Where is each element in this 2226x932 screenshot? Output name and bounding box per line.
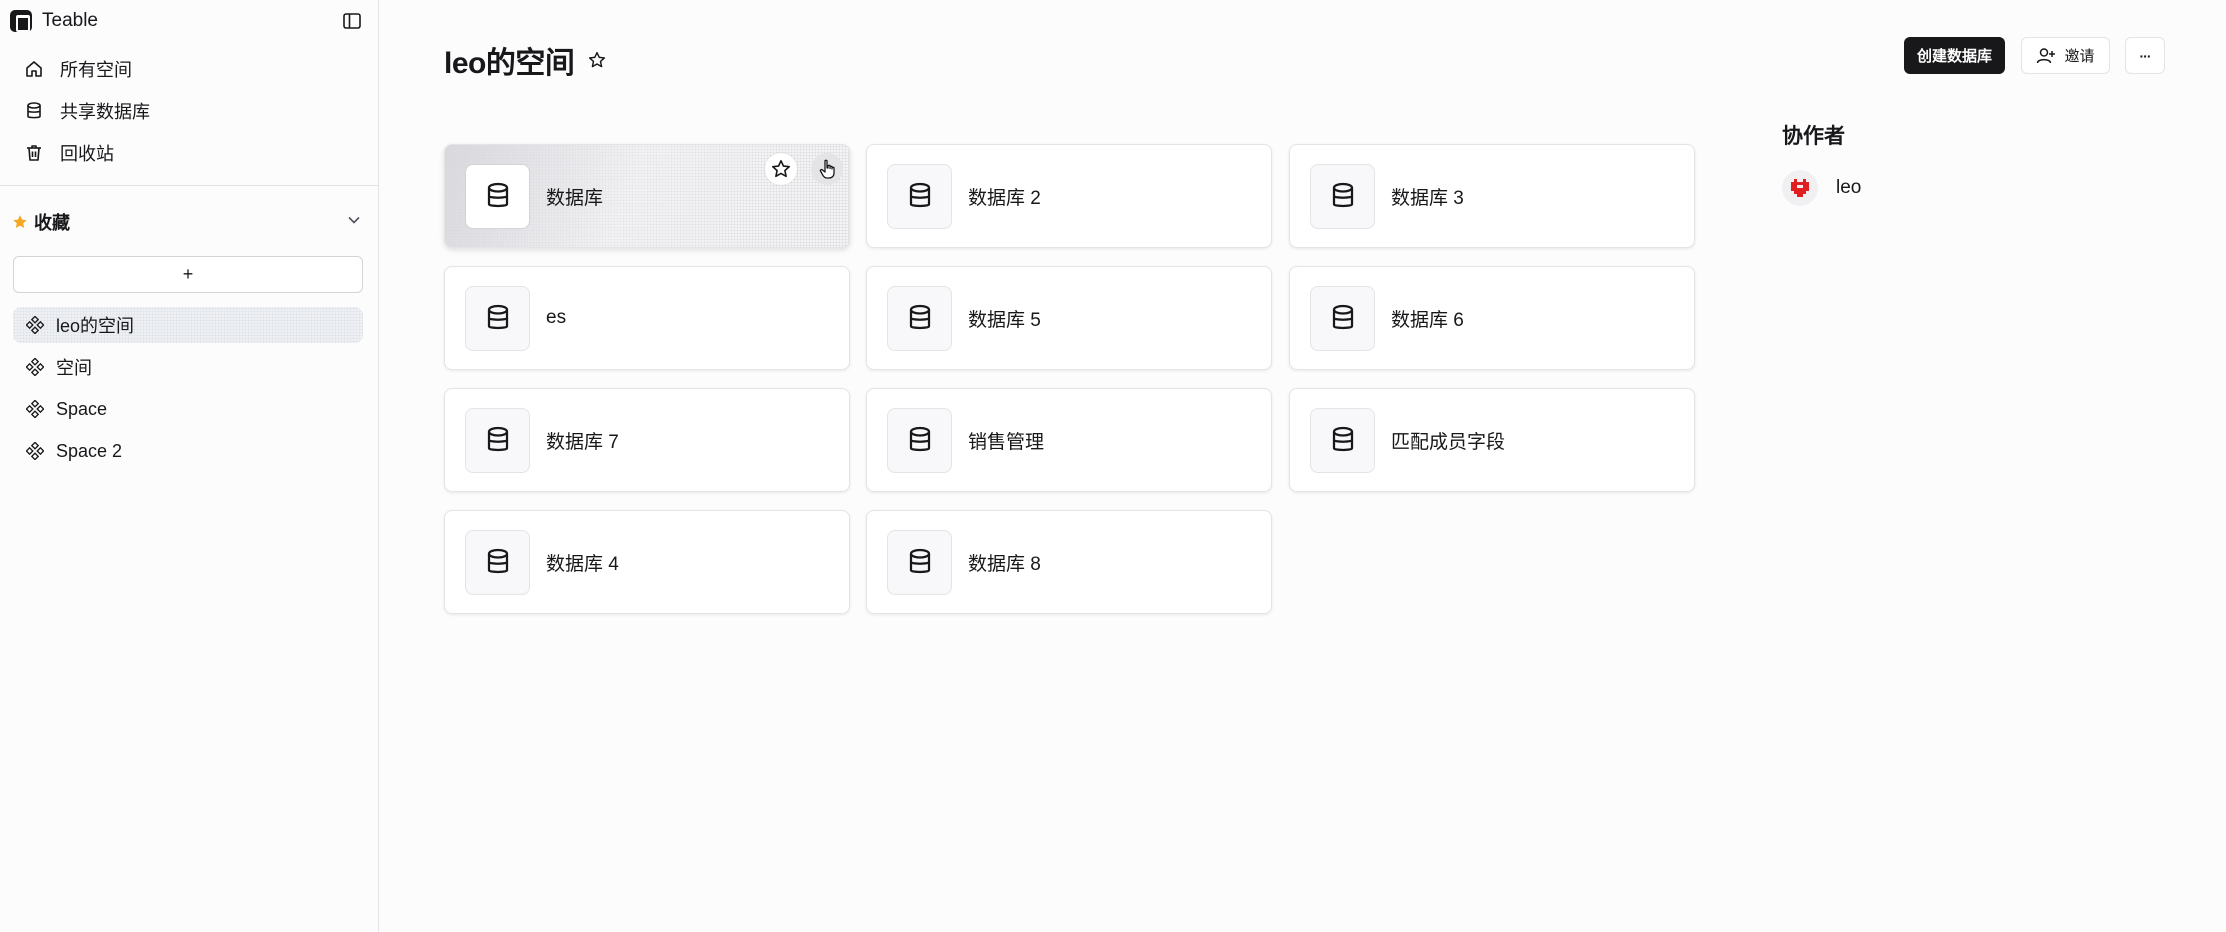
database-icon	[1310, 163, 1375, 229]
database-icon	[465, 529, 530, 595]
avatar	[1782, 170, 1818, 206]
sidebar-divider	[0, 185, 379, 186]
space-icon	[23, 313, 47, 337]
brand-name: Teable	[42, 10, 98, 31]
base-card[interactable]: 匹配成员字段	[1289, 388, 1695, 492]
base-card[interactable]: 数据库 4	[444, 510, 850, 614]
space-item-space-cn[interactable]: 空间	[13, 349, 363, 385]
user-plus-icon	[2036, 46, 2056, 66]
space-icon	[23, 355, 47, 379]
pointer-hand-icon	[819, 159, 835, 179]
database-icon	[465, 285, 530, 351]
database-icon	[887, 285, 952, 351]
nav-label: 共享数据库	[60, 102, 150, 122]
space-icon	[23, 439, 47, 463]
more-horizontal-icon: ···	[2139, 47, 2152, 64]
add-space-button[interactable]: +	[13, 256, 363, 293]
base-card[interactable]: 数据库 8	[866, 510, 1272, 614]
base-card[interactable]: 数据库 2	[866, 144, 1272, 248]
invite-button[interactable]: 邀请	[2021, 37, 2110, 74]
star-outline-icon	[589, 51, 606, 68]
nav-all-spaces[interactable]: 所有空间	[14, 50, 364, 88]
space-label: leo的空间	[56, 316, 135, 336]
base-name: 数据库 2	[968, 187, 1041, 209]
nav-shared-bases[interactable]: 共享数据库	[14, 92, 364, 130]
space-label: Space	[56, 398, 108, 419]
pixel-avatar-icon	[1791, 179, 1809, 197]
base-name: 销售管理	[968, 431, 1045, 453]
base-menu-button[interactable]	[811, 153, 843, 185]
space-item-leo[interactable]: leo的空间	[13, 307, 363, 343]
base-favorite-button[interactable]	[765, 153, 797, 185]
base-name: 数据库 6	[1391, 309, 1464, 331]
database-icon	[1310, 407, 1375, 473]
sidebar-collapse-button[interactable]	[341, 10, 363, 32]
create-base-button[interactable]: 创建数据库	[1904, 37, 2005, 74]
database-icon	[22, 99, 46, 123]
space-label: 空间	[56, 358, 92, 378]
base-name: 匹配成员字段	[1391, 431, 1506, 453]
base-card[interactable]: 数据库 3	[1289, 144, 1695, 248]
sidebar: Teable 所有空间 共享数据库 回收站 收藏 + leo的空间 空间 Spa…	[0, 0, 379, 932]
favorites-toggle[interactable]: 收藏	[12, 208, 364, 236]
invite-label: 邀请	[2064, 48, 2095, 65]
database-icon	[1310, 285, 1375, 351]
database-icon	[465, 407, 530, 473]
star-outline-icon	[772, 160, 790, 178]
base-name: 数据库 8	[968, 553, 1041, 575]
space-label: Space 2	[56, 440, 123, 461]
sidebar-toggle-icon	[343, 13, 361, 29]
favorite-space-button[interactable]	[586, 49, 608, 71]
collaborator-name: leo	[1836, 177, 1862, 198]
nav-label: 回收站	[60, 144, 114, 164]
app-root: Teable 所有空间 共享数据库 回收站 收藏 + leo的空间 空间 Spa…	[0, 0, 2226, 932]
base-name: 数据库 4	[546, 553, 619, 575]
space-item-space-2[interactable]: Space 2	[13, 433, 363, 469]
brand[interactable]: Teable	[10, 8, 98, 34]
space-icon	[23, 397, 47, 421]
base-card[interactable]: 销售管理	[866, 388, 1272, 492]
base-card[interactable]: 数据库 6	[1289, 266, 1695, 370]
base-card[interactable]: es	[444, 266, 850, 370]
database-icon	[887, 407, 952, 473]
nav-trash[interactable]: 回收站	[14, 134, 364, 172]
nav-label: 所有空间	[60, 60, 132, 80]
collaborators-title: 协作者	[1782, 125, 1845, 148]
trash-icon	[22, 141, 46, 165]
base-name: 数据库 7	[546, 431, 619, 453]
favorites-label: 收藏	[34, 213, 70, 233]
base-card[interactable]: 数据库 5	[866, 266, 1272, 370]
chevron-down-icon	[344, 210, 364, 235]
home-icon	[22, 57, 46, 81]
base-name: es	[546, 307, 567, 328]
base-card[interactable]: 数据库 7	[444, 388, 850, 492]
database-icon	[887, 529, 952, 595]
star-filled-icon	[12, 214, 28, 230]
space-title: leo的空间	[444, 47, 575, 80]
database-icon	[887, 163, 952, 229]
space-item-space[interactable]: Space	[13, 391, 363, 427]
more-options-button[interactable]: ···	[2125, 37, 2165, 74]
collaborator-item: leo	[1782, 170, 1861, 206]
page-title: leo的空间	[444, 38, 608, 82]
base-name: 数据库 5	[968, 309, 1041, 331]
base-card[interactable]: 数据库	[444, 144, 850, 248]
base-name: 数据库	[546, 187, 604, 209]
database-icon	[465, 163, 530, 229]
teable-logo-icon	[10, 10, 32, 32]
base-name: 数据库 3	[1391, 187, 1464, 209]
